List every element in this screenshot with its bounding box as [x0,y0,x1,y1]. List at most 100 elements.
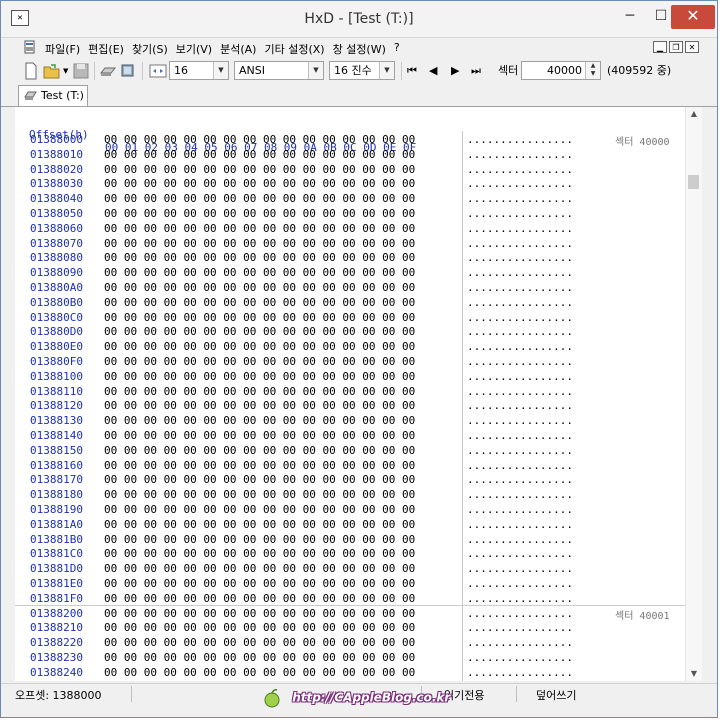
chevron-down-icon[interactable]: ▼ [213,62,228,79]
row-text[interactable]: ................ [467,399,573,412]
row-text[interactable]: ................ [467,488,573,501]
row-text[interactable]: ................ [467,251,573,264]
row-text[interactable]: ................ [467,355,573,368]
row-text[interactable]: ................ [467,325,573,338]
ram-memory-icon[interactable] [119,62,137,80]
row-text[interactable]: ................ [467,177,573,190]
row-hex-bytes[interactable]: 00 00 00 00 00 00 00 00 00 00 00 00 00 0… [104,281,415,294]
row-text[interactable]: ................ [467,547,573,560]
row-hex-bytes[interactable]: 00 00 00 00 00 00 00 00 00 00 00 00 00 0… [104,414,415,427]
disk-drive-icon[interactable] [99,62,117,80]
row-hex-bytes[interactable]: 00 00 00 00 00 00 00 00 00 00 00 00 00 0… [104,621,415,634]
row-hex-bytes[interactable]: 00 00 00 00 00 00 00 00 00 00 00 00 00 0… [104,325,415,338]
row-hex-bytes[interactable]: 00 00 00 00 00 00 00 00 00 00 00 00 00 0… [104,533,415,546]
spinner-icon[interactable]: ▲ ▼ [585,62,600,79]
row-hex-bytes[interactable]: 00 00 00 00 00 00 00 00 00 00 00 00 00 0… [104,577,415,590]
row-text[interactable]: ................ [467,237,573,250]
row-text[interactable]: ................ [467,311,573,324]
row-hex-bytes[interactable]: 00 00 00 00 00 00 00 00 00 00 00 00 00 0… [104,237,415,250]
bytes-per-row-select[interactable]: 16 ▼ [169,61,229,80]
row-text[interactable]: ................ [467,533,573,546]
row-hex-bytes[interactable]: 00 00 00 00 00 00 00 00 00 00 00 00 00 0… [104,340,415,353]
row-text[interactable]: ................ [467,385,573,398]
row-text[interactable]: ................ [467,577,573,590]
row-hex-bytes[interactable]: 00 00 00 00 00 00 00 00 00 00 00 00 00 0… [104,547,415,560]
menu-item[interactable]: 창 설정(W) [329,41,390,57]
row-hex-bytes[interactable]: 00 00 00 00 00 00 00 00 00 00 00 00 00 0… [104,177,415,190]
minimize-button[interactable]: ─ [615,5,645,29]
row-text[interactable]: ................ [467,207,573,220]
row-text[interactable]: ................ [467,444,573,457]
row-text[interactable]: ................ [467,133,573,146]
row-hex-bytes[interactable]: 00 00 00 00 00 00 00 00 00 00 00 00 00 0… [104,133,415,146]
mdi-close-button[interactable]: ✕ [685,41,699,53]
row-text[interactable]: ................ [467,636,573,649]
row-hex-bytes[interactable]: 00 00 00 00 00 00 00 00 00 00 00 00 00 0… [104,562,415,575]
row-text[interactable]: ................ [467,503,573,516]
row-text[interactable]: ................ [467,429,573,442]
row-hex-bytes[interactable]: 00 00 00 00 00 00 00 00 00 00 00 00 00 0… [104,488,415,501]
row-text[interactable]: ................ [467,666,573,679]
scroll-up-icon[interactable]: ▲ [686,107,702,121]
row-hex-bytes[interactable]: 00 00 00 00 00 00 00 00 00 00 00 00 00 0… [104,444,415,457]
row-text[interactable]: ................ [467,296,573,309]
row-hex-bytes[interactable]: 00 00 00 00 00 00 00 00 00 00 00 00 00 0… [104,651,415,664]
row-text[interactable]: ................ [467,340,573,353]
row-text[interactable]: ................ [467,621,573,634]
mdi-minimize-button[interactable]: ▁ [653,41,667,53]
close-button[interactable]: ✕ [671,5,715,29]
row-hex-bytes[interactable]: 00 00 00 00 00 00 00 00 00 00 00 00 00 0… [104,163,415,176]
open-dropdown-icon[interactable]: ▼ [63,62,71,80]
row-hex-bytes[interactable]: 00 00 00 00 00 00 00 00 00 00 00 00 00 0… [104,192,415,205]
next-sector-icon[interactable]: ▶ [451,62,465,80]
row-hex-bytes[interactable]: 00 00 00 00 00 00 00 00 00 00 00 00 00 0… [104,518,415,531]
row-text[interactable]: ................ [467,192,573,205]
row-hex-bytes[interactable]: 00 00 00 00 00 00 00 00 00 00 00 00 00 0… [104,473,415,486]
document-system-icon[interactable] [23,40,37,54]
open-folder-icon[interactable] [43,62,61,80]
chevron-down-icon[interactable]: ▼ [379,62,394,79]
row-hex-bytes[interactable]: 00 00 00 00 00 00 00 00 00 00 00 00 00 0… [104,666,415,679]
row-text[interactable]: ................ [467,266,573,279]
menu-item[interactable]: 기타 설정(X) [260,41,328,57]
row-text[interactable]: ................ [467,414,573,427]
previous-sector-icon[interactable]: ◀ [429,62,443,80]
row-hex-bytes[interactable]: 00 00 00 00 00 00 00 00 00 00 00 00 00 0… [104,355,415,368]
scroll-down-icon[interactable]: ▼ [686,667,702,681]
row-text[interactable]: ................ [467,148,573,161]
menu-item[interactable]: 파일(F) [41,41,84,57]
first-sector-icon[interactable]: ⏮ [407,62,421,80]
row-text[interactable]: ................ [467,651,573,664]
charset-select[interactable]: ANSI ▼ [234,61,324,80]
status-overwrite[interactable]: 덮어쓰기 [536,687,576,703]
tab-test-drive[interactable]: Test (T:) [18,85,88,106]
hex-editor[interactable]: Offset(h) 00 01 02 03 04 05 06 07 08 09 … [15,107,685,681]
base-select[interactable]: 16 진수 ▼ [329,61,395,80]
row-text[interactable]: ................ [467,518,573,531]
row-text[interactable]: ................ [467,607,573,620]
row-hex-bytes[interactable]: 00 00 00 00 00 00 00 00 00 00 00 00 00 0… [104,385,415,398]
last-sector-icon[interactable]: ⏭ [471,62,485,80]
menu-item[interactable]: 찾기(S) [128,41,172,57]
mdi-restore-button[interactable]: ❐ [669,41,683,53]
row-text[interactable]: ................ [467,562,573,575]
row-hex-bytes[interactable]: 00 00 00 00 00 00 00 00 00 00 00 00 00 0… [104,399,415,412]
row-text[interactable]: ................ [467,592,573,605]
row-hex-bytes[interactable]: 00 00 00 00 00 00 00 00 00 00 00 00 00 0… [104,148,415,161]
save-disk-icon[interactable] [73,62,89,80]
menu-item[interactable]: 분석(A) [216,41,260,57]
menu-item[interactable]: ? [390,41,404,57]
vertical-scrollbar[interactable]: ▲ ▼ [685,107,702,681]
row-hex-bytes[interactable]: 00 00 00 00 00 00 00 00 00 00 00 00 00 0… [104,251,415,264]
row-hex-bytes[interactable]: 00 00 00 00 00 00 00 00 00 00 00 00 00 0… [104,266,415,279]
row-text[interactable]: ................ [467,459,573,472]
row-text[interactable]: ................ [467,163,573,176]
row-hex-bytes[interactable]: 00 00 00 00 00 00 00 00 00 00 00 00 00 0… [104,207,415,220]
row-text[interactable]: ................ [467,222,573,235]
scroll-thumb[interactable] [688,175,699,189]
row-text[interactable]: ................ [467,281,573,294]
row-hex-bytes[interactable]: 00 00 00 00 00 00 00 00 00 00 00 00 00 0… [104,311,415,324]
row-text[interactable]: ................ [467,473,573,486]
new-file-icon[interactable] [23,62,39,80]
row-text[interactable]: ................ [467,370,573,383]
